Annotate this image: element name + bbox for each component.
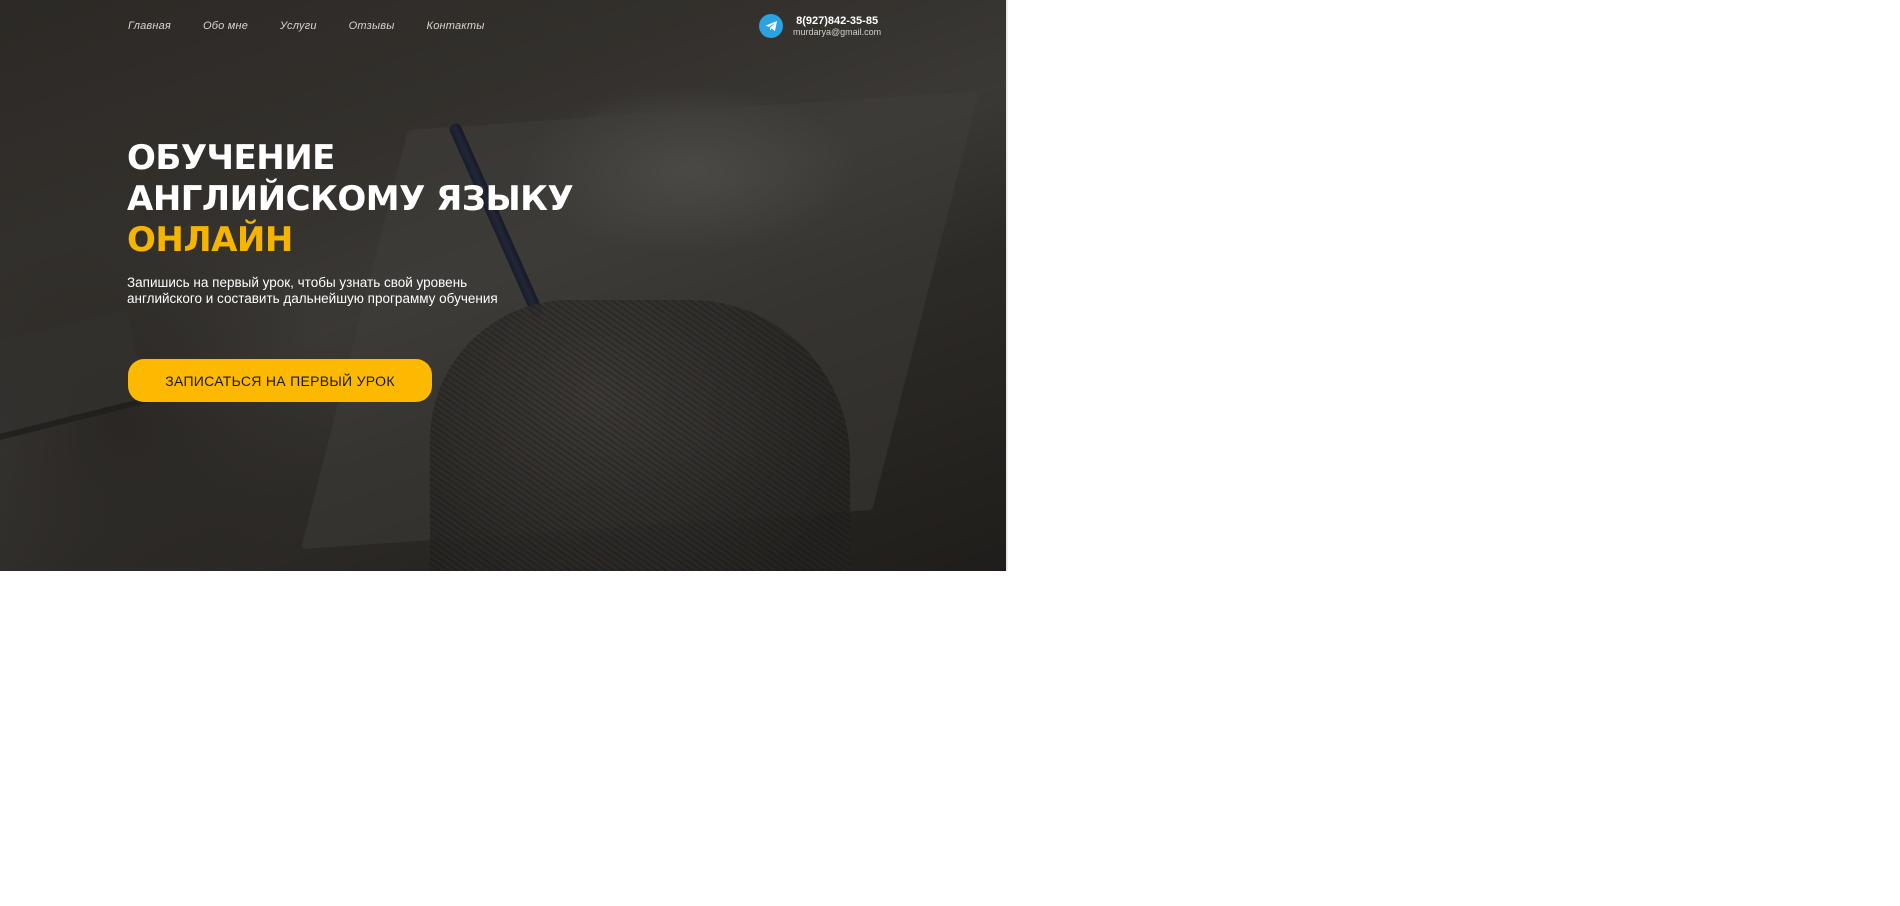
- nav-item-contacts[interactable]: Контакты: [427, 20, 485, 32]
- contact-details: 8(927)842-35-85 murdarya@gmail.com: [793, 15, 881, 38]
- nav-item-reviews[interactable]: Отзывы: [349, 20, 395, 32]
- nav-item-services[interactable]: Услуги: [280, 20, 317, 32]
- hero-title: ОБУЧЕНИЕ АНГЛИЙСКОМУ ЯЗЫКУ ОНЛАЙН: [127, 138, 574, 261]
- nav-item-about[interactable]: Обо мне: [203, 20, 248, 32]
- hero-subtitle-line1: Запишись на первый урок, чтобы узнать св…: [127, 275, 468, 290]
- main-nav: Главная Обо мне Услуги Отзывы Контакты: [128, 20, 517, 32]
- telegram-plane-glyph: [765, 21, 777, 31]
- hero-title-accent: ОНЛАЙН: [127, 220, 293, 260]
- hero-subtitle: Запишись на первый урок, чтобы узнать св…: [127, 275, 587, 307]
- hero-title-line2: АНГЛИЙСКОМУ ЯЗЫКУ: [127, 179, 574, 219]
- hero-subtitle-line2: английского и составить дальнейшую прогр…: [127, 291, 498, 306]
- email-link[interactable]: murdarya@gmail.com: [793, 27, 881, 37]
- page-viewport: Главная Обо мне Услуги Отзывы Контакты 8…: [0, 0, 1008, 571]
- signup-first-lesson-button[interactable]: ЗАПИСАТЬСЯ НА ПЕРВЫЙ УРОК: [128, 359, 432, 402]
- header-contact: 8(927)842-35-85 murdarya@gmail.com: [759, 14, 881, 38]
- hero-title-line1: ОБУЧЕНИЕ: [127, 138, 335, 178]
- hero-section: Главная Обо мне Услуги Отзывы Контакты 8…: [0, 0, 1006, 571]
- page-scrollbar[interactable]: [1006, 0, 1008, 571]
- nav-item-home[interactable]: Главная: [128, 20, 171, 32]
- phone-link[interactable]: 8(927)842-35-85: [796, 15, 878, 28]
- telegram-icon[interactable]: [759, 14, 783, 38]
